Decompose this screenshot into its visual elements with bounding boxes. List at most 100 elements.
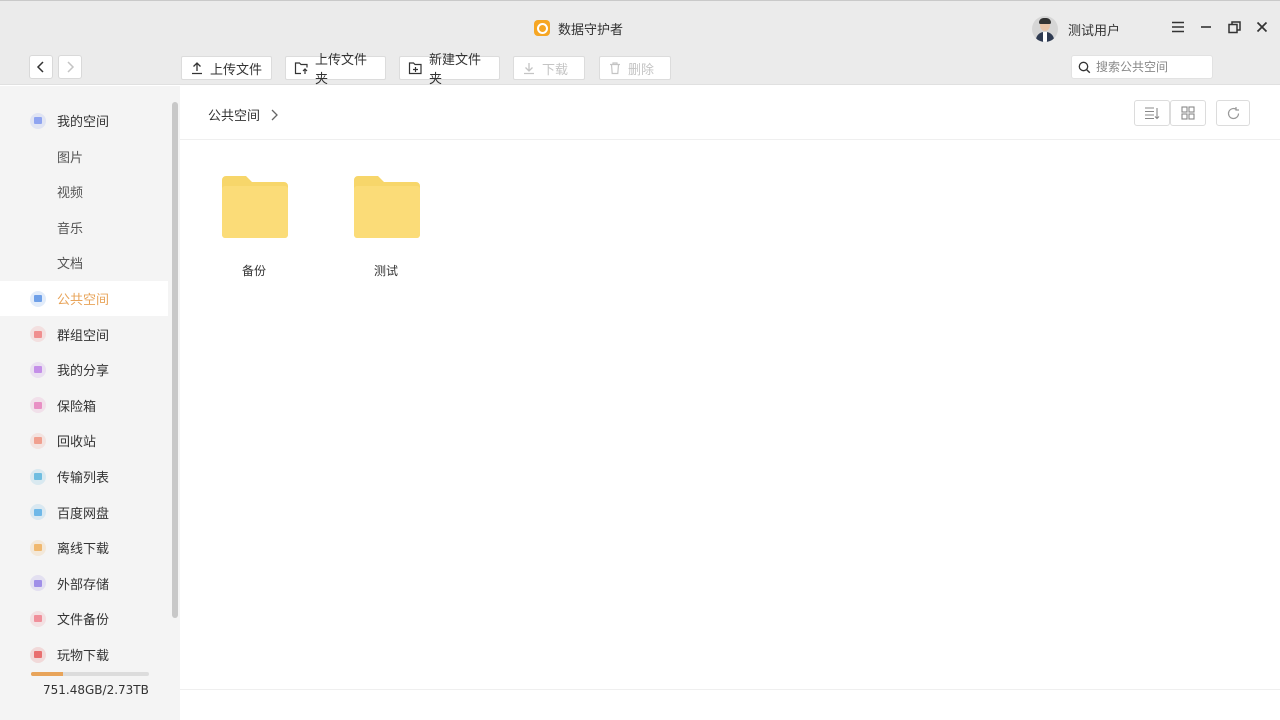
user-menu[interactable]: 测试用户	[1032, 16, 1120, 42]
sidebar-item[interactable]: 图片	[0, 139, 168, 174]
sidebar-item[interactable]: 保险箱	[0, 388, 168, 423]
baidu-netdisk-icon	[30, 504, 46, 521]
public-space-icon	[30, 290, 46, 307]
my-share-icon	[30, 361, 46, 378]
sidebar-item[interactable]: 音乐	[0, 210, 168, 245]
search-box[interactable]	[1071, 55, 1213, 79]
wanwu-download-icon	[30, 646, 46, 663]
restore-icon[interactable]	[1226, 19, 1242, 35]
minimize-icon[interactable]	[1198, 19, 1214, 35]
safe-box-icon	[30, 397, 46, 414]
chevron-left-icon	[36, 61, 44, 73]
storage-usage-fill	[31, 672, 63, 676]
delete-label: 删除	[628, 62, 655, 78]
sidebar: 我的空间图片视频音乐文档公共空间群组空间我的分享保险箱回收站传输列表百度网盘离线…	[0, 86, 180, 720]
sidebar-item[interactable]: 百度网盘	[0, 495, 168, 530]
storage-usage-text: 751.48GB/2.73TB	[43, 683, 149, 697]
sidebar-item[interactable]: 外部存储	[0, 566, 168, 601]
new-folder-label: 新建文件夹	[429, 53, 482, 87]
sidebar-item[interactable]: 玩物下载	[0, 637, 168, 672]
breadcrumb-item[interactable]: 公共空间	[208, 105, 260, 124]
sidebar-item-label: 我的空间	[57, 115, 110, 130]
list-sort-icon	[1145, 107, 1160, 120]
back-button[interactable]	[29, 55, 53, 79]
folder-name: 测试	[373, 264, 398, 278]
list-view-button[interactable]	[1134, 100, 1170, 126]
sidebar-item-label: 传输列表	[57, 471, 110, 486]
app-logo-icon	[534, 20, 550, 36]
sidebar-item-label: 外部存储	[57, 577, 110, 593]
folder-name: 备份	[241, 264, 266, 278]
trash-icon	[610, 62, 620, 75]
folder-item[interactable]: 备份	[214, 174, 294, 284]
app-window: 数据守护者 测试用户 上传文件 上传文件夹 新建文件夹 下载 删除 搜索公共空间…	[0, 0, 1280, 720]
sidebar-item[interactable]: 视频	[0, 174, 168, 209]
sidebar-item-label: 公共空间	[57, 293, 110, 308]
group-space-icon	[30, 326, 46, 343]
file-backup-icon	[30, 610, 46, 627]
window-controls	[1170, 19, 1270, 35]
sidebar-item[interactable]: 文件备份	[0, 601, 168, 636]
refresh-button[interactable]	[1216, 100, 1250, 126]
offline-download-icon	[30, 539, 46, 556]
close-icon[interactable]	[1254, 19, 1270, 35]
upload-file-button[interactable]: 上传文件	[181, 56, 272, 80]
sidebar-item-label: 保险箱	[57, 399, 97, 415]
breadcrumb: 公共空间	[208, 105, 278, 124]
sidebar-item-label: 文档	[57, 257, 84, 273]
sidebar-item-label: 音乐	[57, 221, 84, 237]
header-bar: 数据守护者 测试用户 上传文件 上传文件夹 新建文件夹 下载 删除 搜索公共空间	[0, 1, 1280, 87]
sidebar-item[interactable]: 传输列表	[0, 459, 168, 494]
my-space-icon	[30, 112, 46, 129]
grid-view-button[interactable]	[1170, 100, 1206, 126]
upload-file-label: 上传文件	[210, 62, 263, 78]
external-storage-icon	[30, 575, 46, 592]
grid-icon	[1181, 106, 1195, 120]
footer-divider	[180, 689, 1280, 690]
sidebar-item-label: 玩物下载	[57, 649, 110, 664]
upload-folder-icon	[294, 62, 308, 75]
sidebar-item[interactable]: 文档	[0, 245, 168, 280]
main-content: 公共空间 备份 测试	[180, 86, 1280, 720]
upload-folder-label: 上传文件夹	[315, 53, 368, 87]
recycle-bin-icon	[30, 432, 46, 449]
sidebar-scrollbar[interactable]	[172, 102, 178, 618]
folder-item[interactable]: 测试	[346, 174, 426, 284]
transfer-list-icon	[30, 468, 46, 485]
upload-icon	[192, 62, 202, 75]
delete-button[interactable]: 删除	[599, 56, 671, 80]
sidebar-item-label: 离线下载	[57, 542, 110, 558]
refresh-icon	[1227, 106, 1239, 119]
sidebar-item[interactable]: 我的分享	[0, 352, 168, 387]
sidebar-item[interactable]: 离线下载	[0, 530, 168, 565]
sidebar-item-label: 群组空间	[57, 328, 110, 344]
sidebar-item-label: 百度网盘	[57, 506, 110, 522]
sidebar-item-label: 文件备份	[57, 613, 110, 629]
sidebar-item[interactable]: 群组空间	[0, 317, 168, 352]
new-folder-button[interactable]: 新建文件夹	[399, 53, 500, 87]
download-icon	[524, 63, 534, 75]
sidebar-item-label: 视频	[57, 186, 84, 202]
user-name[interactable]: 测试用户	[1068, 20, 1120, 39]
upload-folder-button[interactable]: 上传文件夹	[285, 53, 386, 87]
sidebar-item[interactable]: 公共空间	[0, 281, 168, 316]
sidebar-item-label: 图片	[57, 150, 84, 166]
download-button[interactable]: 下载	[513, 56, 585, 80]
download-label: 下载	[542, 62, 569, 78]
sidebar-item-label: 我的分享	[57, 364, 110, 380]
folder-icon	[222, 176, 288, 238]
search-icon	[1078, 61, 1091, 73]
new-folder-icon	[408, 62, 422, 75]
sidebar-item-label: 回收站	[57, 435, 97, 451]
folder-icon	[354, 176, 420, 238]
header-divider	[180, 139, 1280, 140]
chevron-right-icon	[67, 61, 75, 73]
app-title: 数据守护者	[558, 22, 624, 38]
search-input[interactable]	[1096, 60, 1206, 74]
storage-usage-bar	[31, 672, 149, 676]
avatar[interactable]	[1032, 16, 1058, 42]
sidebar-item[interactable]: 回收站	[0, 423, 168, 458]
sidebar-item[interactable]: 我的空间	[0, 103, 168, 138]
forward-button[interactable]	[58, 55, 82, 79]
menu-icon[interactable]	[1170, 19, 1186, 35]
